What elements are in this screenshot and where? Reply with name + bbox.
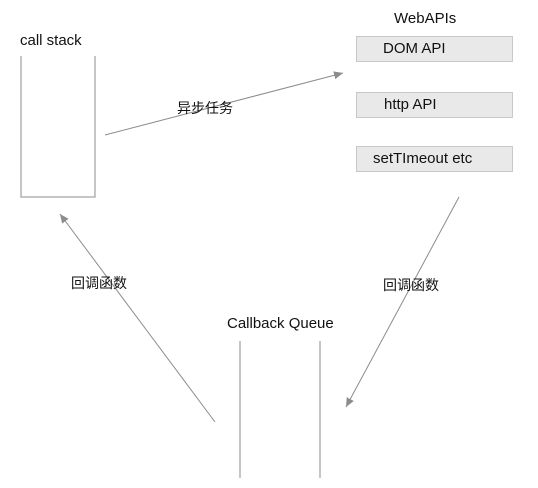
edge-label-callback-right: 回调函数: [383, 278, 439, 294]
callback-queue-label: Callback Queue: [227, 315, 334, 332]
diagram-shapes: [20, 56, 460, 478]
call-stack-label: call stack: [20, 32, 82, 49]
webapi-label-dom: DOM API: [383, 40, 446, 57]
event-loop-diagram: call stack WebAPIs DOM API http API setT…: [0, 0, 538, 488]
webapi-label-settimeout: setTImeout etc: [373, 150, 473, 167]
webapi-label-http: http API: [384, 96, 437, 113]
webapis-title: WebAPIs: [394, 10, 457, 27]
edge-label-callback-left: 回调函数: [71, 276, 127, 292]
call-stack-container: [20, 56, 96, 198]
edge-label-async-task: 异步任务: [177, 101, 233, 117]
arrow-queue-to-callstack: [59, 213, 216, 423]
arrow-webapis-to-queue: [345, 196, 460, 408]
